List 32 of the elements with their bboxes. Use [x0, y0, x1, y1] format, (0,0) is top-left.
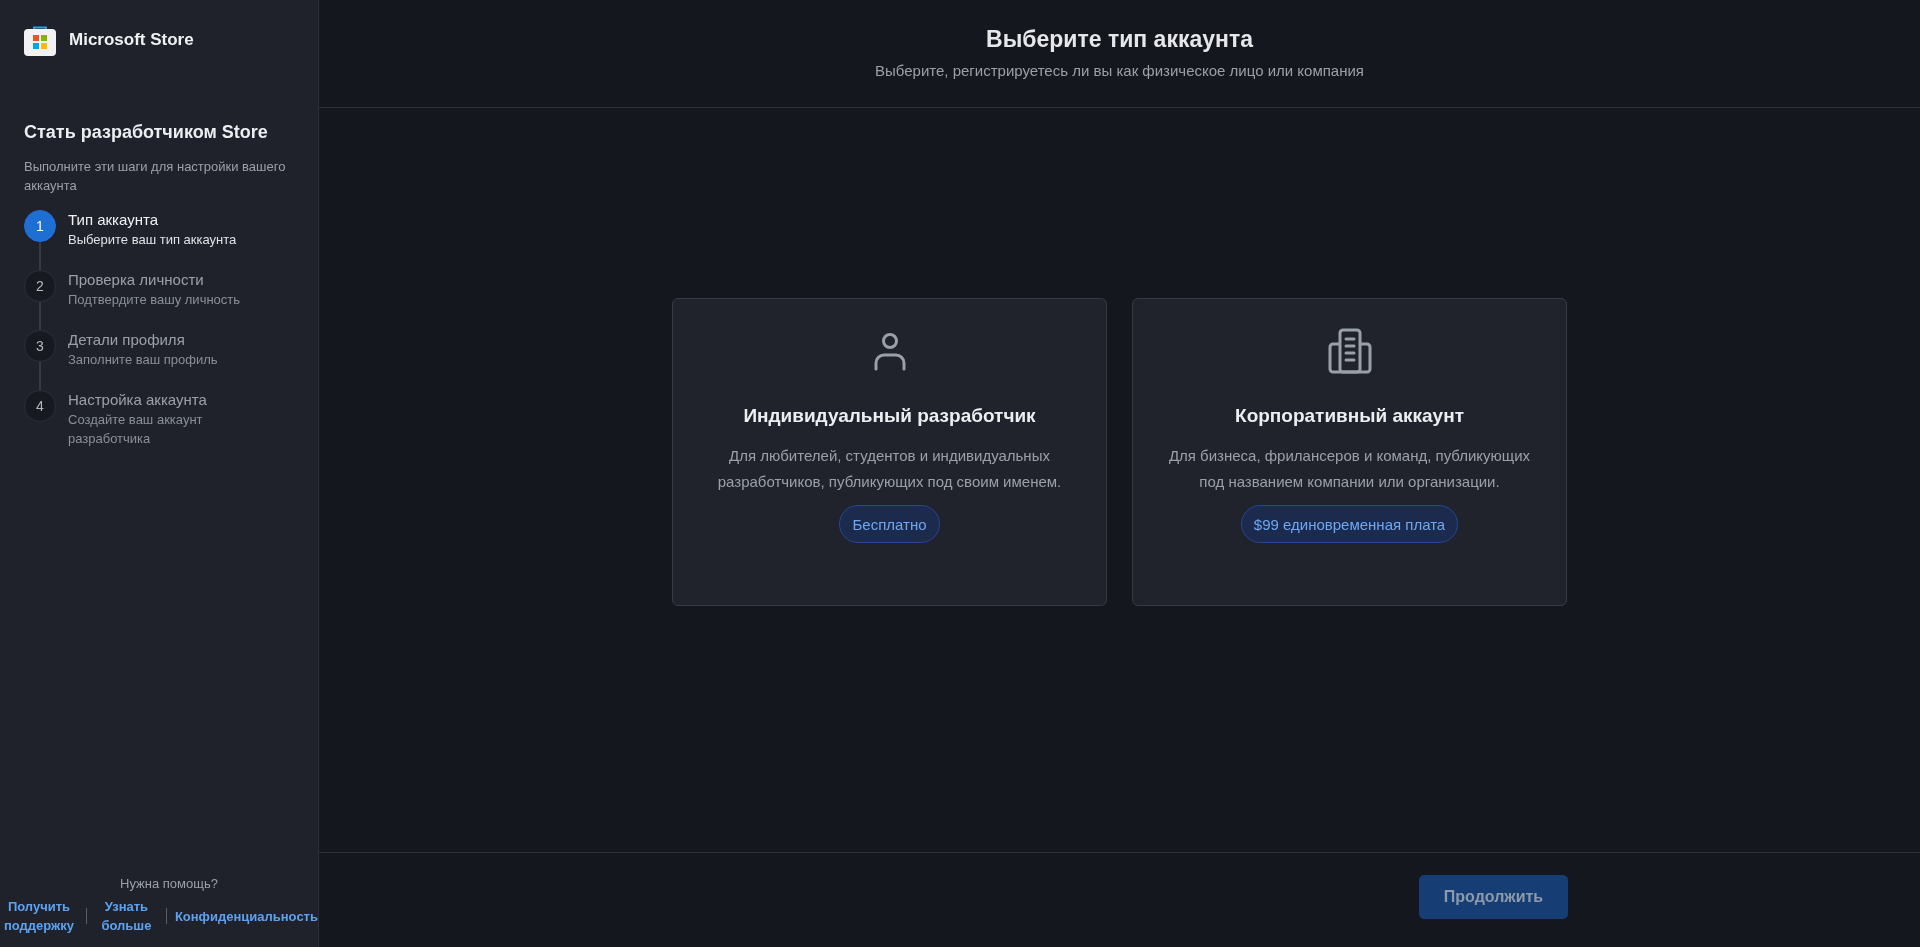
card-description: Для бизнеса, фрилансеров и команд, публикующих под названием компании или организации. — [1167, 446, 1532, 492]
step-title: Настройка аккаунта — [68, 390, 208, 410]
step-description: Подтвердите вашу личность — [68, 291, 242, 309]
app-name: Microsoft Store — [69, 30, 194, 50]
step-number: 4 — [24, 390, 56, 422]
building-icon — [1326, 328, 1373, 374]
help-link[interactable]: Узнать больше — [95, 897, 158, 935]
person-icon — [872, 331, 907, 371]
step-description: Выберите ваш тип аккаунта — [68, 231, 238, 249]
step-number: 2 — [24, 270, 56, 302]
help-label: Нужна помощь? — [119, 876, 219, 891]
help-link[interactable]: Получить поддержку — [0, 897, 78, 935]
card-description: Для любителей, студентов и индивидуальных разработчиков, публикующих под своим именем. — [716, 446, 1063, 492]
sidebar-title: Стать разработчиком Store — [24, 122, 269, 143]
card-title: Корпоративный аккаунт — [1235, 405, 1464, 427]
page-title: Выберите тип аккаунта — [986, 26, 1253, 53]
step-title: Детали профиля — [68, 330, 186, 350]
step-description: Создайте ваш аккаунт разработчика — [68, 411, 204, 448]
price-badge: $99 единовременная плата — [1240, 505, 1459, 543]
price-badge: Бесплатно — [839, 505, 940, 543]
store-logo-icon — [24, 24, 56, 56]
sidebar-subtitle: Выполните эти шаги для настройки вашего аккаунта — [24, 158, 287, 195]
page-subtitle: Выберите, регистрируетесь ли вы как физическое лицо или компания — [875, 62, 1364, 79]
step-title: Проверка личности — [68, 270, 205, 290]
card-title: Индивидуальный разработчик — [743, 405, 1036, 427]
step-title: Тип аккаунта — [68, 210, 159, 230]
step-number: 1 — [24, 210, 56, 242]
step-description: Заполните ваш профиль — [68, 351, 219, 369]
step-number: 3 — [24, 330, 56, 362]
account-type-card[interactable]: Корпоративный аккаунт Для бизнеса, фрилансеров и команд, публикующих под названием компании или организации. $99 единовременная плата — [1132, 298, 1567, 606]
account-type-card[interactable]: Индивидуальный разработчик Для любителей, студентов и индивидуальных разработчиков, публикующих под своим именем. Бесплатно — [672, 298, 1107, 606]
help-link[interactable]: Конфиденциальность — [174, 906, 318, 926]
